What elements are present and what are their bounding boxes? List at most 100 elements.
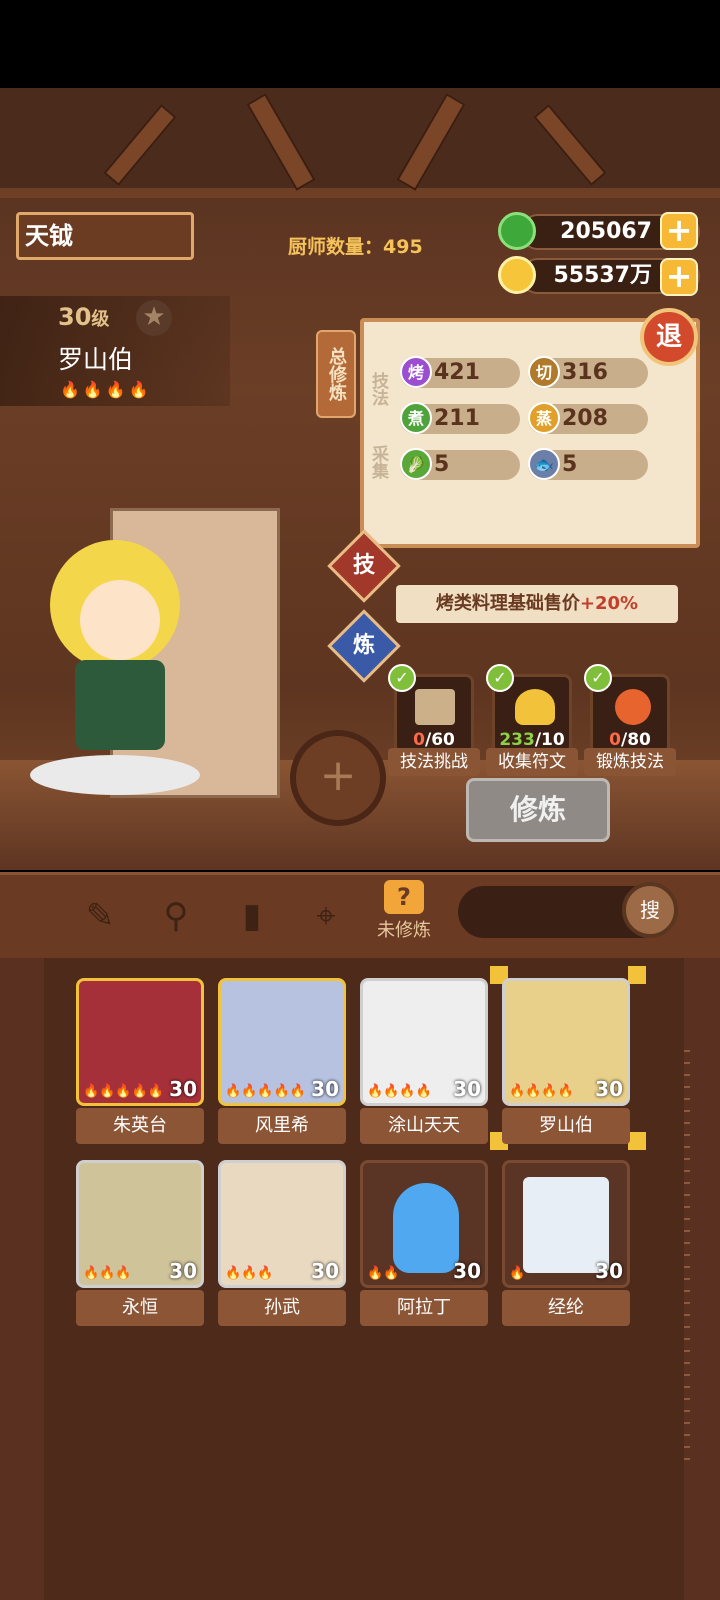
check-icon: ✓ <box>584 664 612 692</box>
chef-level: 30 <box>169 1077 197 1101</box>
chef-card[interactable]: 🔥🔥🔥 30 永恒 <box>76 1160 204 1330</box>
chef-portrait: 🔥🔥🔥 30 <box>76 1160 204 1288</box>
chef-card[interactable]: 🔥🔥🔥🔥 30 涂山天天 <box>360 978 488 1148</box>
filter-uncultivated[interactable]: ? 未修炼 <box>376 880 432 950</box>
chef-name: 经纶 <box>502 1290 630 1326</box>
chef-name: 阿拉丁 <box>360 1290 488 1326</box>
task-total: /80 <box>620 730 651 750</box>
cultivate-button[interactable]: 修炼 <box>466 778 610 842</box>
question-book-icon: ? <box>384 880 424 914</box>
chef-portrait: 🔥🔥🔥🔥🔥 30 <box>76 978 204 1106</box>
stat-roast-value: 421 <box>434 360 480 385</box>
scrollbar[interactable] <box>684 1050 690 1470</box>
stat-cut-value: 316 <box>562 360 608 385</box>
vegetable-icon: 🥬 <box>400 448 432 480</box>
chef-card-selected[interactable]: 🔥🔥🔥🔥 30 罗山伯 <box>502 978 630 1148</box>
jar-icon[interactable]: ▮ <box>232 896 272 936</box>
hero-body <box>75 660 165 750</box>
chef-flames: 🔥🔥🔥🔥 <box>509 1084 574 1099</box>
chef-card[interactable]: 🔥 30 经纶 <box>502 1160 630 1330</box>
coin-amount: 55537万 <box>553 263 652 288</box>
roof-beams <box>0 88 720 198</box>
chef-name: 永恒 <box>76 1290 204 1326</box>
chef-flames: 🔥🔥🔥🔥🔥 <box>83 1084 164 1099</box>
section-collect-label: 采集 <box>368 445 388 479</box>
star-icon[interactable]: ★ <box>136 300 172 336</box>
task-label: 锻炼技法 <box>584 748 676 776</box>
task-label: 收集符文 <box>486 748 578 776</box>
chef-flames: 🔥 <box>509 1266 526 1281</box>
chef-portrait: 🔥🔥🔥🔥🔥 30 <box>218 978 346 1106</box>
exit-button[interactable]: 退 <box>640 308 698 366</box>
task-done: 233 <box>499 730 535 750</box>
add-coin-button[interactable]: + <box>660 258 698 296</box>
task-total: /60 <box>424 730 455 750</box>
stat-fish-value: 5 <box>562 452 578 477</box>
chef-card[interactable]: 🔥🔥🔥🔥🔥 30 朱英台 <box>76 978 204 1148</box>
ladle-icon[interactable]: ⚲ <box>156 896 196 936</box>
chef-level: 30 <box>453 1077 481 1101</box>
roast-icon: 烤 <box>400 356 432 388</box>
chef-count: 厨师数量：495 <box>288 236 423 258</box>
chef-portrait: 🔥 30 <box>502 1160 630 1288</box>
stat-veg-value: 5 <box>434 452 450 477</box>
tab-total-cultivation[interactable]: 总修炼 <box>316 330 356 418</box>
cut-icon: 切 <box>528 356 560 388</box>
chef-portrait: 🔥🔥🔥 30 <box>218 1160 346 1288</box>
chef-name: 孙武 <box>218 1290 346 1326</box>
alarm-clock-icon <box>615 689 651 725</box>
genie-figure <box>393 1183 459 1273</box>
chef-flames: 🔥🔥 <box>367 1266 400 1281</box>
chef-level: 30 <box>595 1077 623 1101</box>
rune-icon <box>515 689 555 725</box>
chef-card[interactable]: 🔥🔥🔥🔥🔥 30 风里希 <box>218 978 346 1148</box>
chef-name: 涂山天天 <box>360 1108 488 1144</box>
chef-name: 罗山伯 <box>502 1108 630 1144</box>
player-name: 天钺 <box>25 222 73 250</box>
jade-amount: 205067 <box>560 219 652 244</box>
chef-card[interactable]: 🔥🔥 30 阿拉丁 <box>360 1160 488 1330</box>
chef-flames: 🔥🔥🔥🔥🔥 <box>225 1084 306 1099</box>
status-bar <box>0 0 720 88</box>
add-jade-button[interactable]: + <box>660 212 698 250</box>
stat-boil-value: 211 <box>434 406 480 431</box>
hero-face <box>80 580 160 660</box>
task-total: /10 <box>534 730 565 750</box>
location-icon[interactable]: ⌖ <box>306 896 346 936</box>
chef-name: 朱英台 <box>76 1108 204 1144</box>
bonus-banner: 烤类料理基础售价+20% <box>396 585 678 623</box>
refine-tab-button[interactable]: 炼 <box>338 620 390 672</box>
game-screen: 天钺 厨师数量：495 205067 + 55537万 + 30级 ★ 罗山伯 … <box>0 0 720 1600</box>
chef-level: 30 <box>311 1259 339 1283</box>
scroll-icon <box>415 689 455 725</box>
filter-label: 未修炼 <box>377 920 431 941</box>
chef-level: 30 <box>453 1259 481 1283</box>
hero-character[interactable] <box>20 540 200 800</box>
jade-icon <box>498 212 536 250</box>
spatula-icon[interactable]: ✎ <box>80 896 120 936</box>
coin-icon <box>498 256 536 294</box>
hero-pedestal <box>30 755 200 795</box>
check-icon: ✓ <box>388 664 416 692</box>
skill-tab-button[interactable]: 技 <box>338 540 390 592</box>
search-button[interactable]: 搜 <box>622 882 678 938</box>
chef-level: 30 <box>595 1259 623 1283</box>
selection-corner <box>628 1132 646 1150</box>
selection-corner <box>628 966 646 984</box>
chef-portrait: 🔥🔥🔥🔥 30 <box>360 978 488 1106</box>
boil-icon: 煮 <box>400 402 432 434</box>
chef-level: 30 <box>169 1259 197 1283</box>
check-icon: ✓ <box>486 664 514 692</box>
hero-level: 30级 <box>58 303 109 331</box>
chef-card[interactable]: 🔥🔥🔥 30 孙武 <box>218 1160 346 1330</box>
task-done: 0 <box>609 730 621 750</box>
player-name-box[interactable]: 天钺 <box>16 212 194 260</box>
hero-flames: 🔥🔥🔥🔥 <box>60 380 152 399</box>
hero-level-value: 30 <box>58 303 92 331</box>
steam-icon: 蒸 <box>528 402 560 434</box>
add-button[interactable]: + <box>290 730 386 826</box>
hero-name: 罗山伯 <box>58 345 134 374</box>
chef-name: 风里希 <box>218 1108 346 1144</box>
task-done: 0 <box>413 730 425 750</box>
chef-portrait: 🔥🔥🔥🔥 30 <box>502 978 630 1106</box>
